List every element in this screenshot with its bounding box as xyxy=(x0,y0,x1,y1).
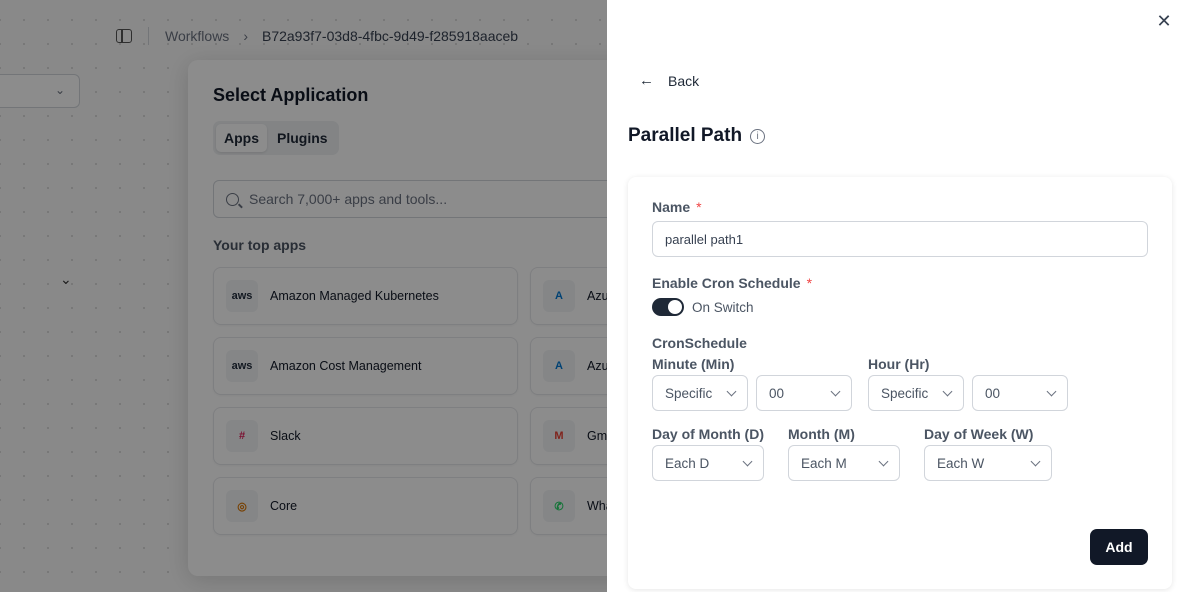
chevron-down-icon xyxy=(1046,386,1057,396)
close-icon[interactable]: ✕ xyxy=(1155,12,1173,30)
required-marker: * xyxy=(806,275,813,291)
cron-enable-label-text: Enable Cron Schedule xyxy=(652,275,801,291)
chevron-down-icon xyxy=(726,386,737,396)
day-of-week-value: Each W xyxy=(937,455,985,471)
minute-label: Minute (Min) xyxy=(652,356,735,372)
minute-value-select[interactable]: 00 xyxy=(756,375,852,411)
chevron-down-icon xyxy=(830,386,841,396)
hour-mode-select[interactable]: Specific xyxy=(868,375,964,411)
cron-toggle-switch[interactable] xyxy=(652,298,684,316)
panel-title-text: Parallel Path xyxy=(628,125,743,146)
back-button[interactable]: ← Back xyxy=(639,72,699,89)
day-of-week-label: Day of Week (W) xyxy=(924,426,1034,442)
parallel-path-panel: ✕ ← Back Parallel Path i Name * parallel … xyxy=(607,0,1189,592)
name-input[interactable]: parallel path1 xyxy=(652,221,1148,257)
day-of-week-select[interactable]: Each W xyxy=(924,445,1052,481)
switch-label: On Switch xyxy=(692,299,754,315)
hour-mode-value: Specific xyxy=(881,385,929,401)
month-value: Each M xyxy=(801,455,847,471)
panel-title: Parallel Path i xyxy=(628,125,766,147)
hour-value: 00 xyxy=(985,385,1001,401)
parallel-path-form: Name * parallel path1 Enable Cron Schedul… xyxy=(628,177,1172,589)
day-of-month-label: Day of Month (D) xyxy=(652,426,764,442)
chevron-down-icon xyxy=(878,456,889,466)
chevron-down-icon xyxy=(1030,456,1041,466)
name-label-text: Name xyxy=(652,199,691,215)
info-icon[interactable]: i xyxy=(750,128,766,144)
minute-mode-value: Specific xyxy=(665,385,713,401)
month-select[interactable]: Each M xyxy=(788,445,900,481)
day-of-month-select[interactable]: Each D xyxy=(652,445,764,481)
day-of-month-value: Each D xyxy=(665,455,710,471)
cron-enable-label: Enable Cron Schedule * xyxy=(652,275,812,291)
name-label: Name * xyxy=(652,199,702,215)
chevron-down-icon xyxy=(742,456,753,466)
minute-mode-select[interactable]: Specific xyxy=(652,375,748,411)
hour-label: Hour (Hr) xyxy=(868,356,930,372)
cron-schedule-label: CronSchedule xyxy=(652,335,747,351)
back-label: Back xyxy=(668,72,700,89)
required-marker: * xyxy=(696,199,702,215)
cron-switch-row: On Switch xyxy=(652,298,754,316)
month-label: Month (M) xyxy=(788,426,855,442)
add-button[interactable]: Add xyxy=(1090,529,1148,565)
hour-value-select[interactable]: 00 xyxy=(972,375,1068,411)
minute-value: 00 xyxy=(769,385,785,401)
arrow-left-icon: ← xyxy=(639,72,654,89)
chevron-down-icon xyxy=(942,386,953,396)
backdrop-overlay[interactable] xyxy=(0,0,607,592)
